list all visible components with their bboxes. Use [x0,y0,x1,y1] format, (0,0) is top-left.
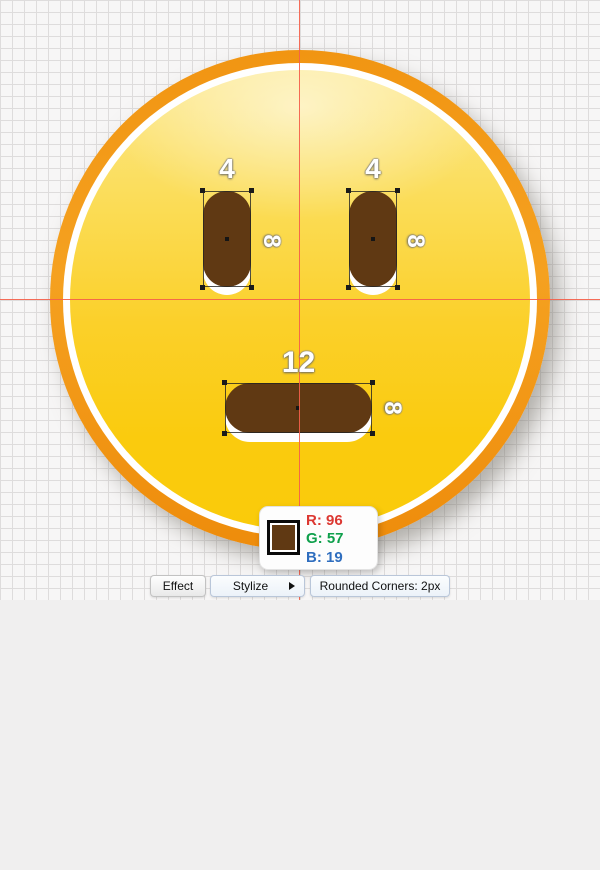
selection-handle[interactable] [370,380,375,385]
left-eye-width-label: 4 [203,153,251,185]
submenu-arrow-icon [289,582,295,590]
selection-handle[interactable] [222,380,227,385]
selection-handle[interactable] [222,431,227,436]
rgb-b-value: B: 19 [306,549,343,566]
brown-color-swatch [267,520,300,555]
mouth-height-label: 8 [378,393,406,423]
rgb-r-value: R: 96 [306,512,343,529]
right-eye-shape[interactable] [349,191,397,287]
stylize-menu-label: Stylize [233,579,268,593]
stylize-menu-button[interactable]: Stylize [210,575,305,597]
center-anchor-point[interactable] [371,237,375,241]
left-eye-shape[interactable] [203,191,251,287]
selection-handle[interactable] [370,431,375,436]
rounded-corners-menu-label: Rounded Corners: 2px [320,579,441,593]
rgb-g-value: G: 57 [306,530,344,547]
selection-handle[interactable] [395,285,400,290]
selection-handle[interactable] [200,285,205,290]
color-callout-brown: R: 96 G: 57 B: 19 [259,506,378,570]
right-eye-width-label: 4 [349,153,397,185]
selection-handle[interactable] [249,188,254,193]
selection-handle[interactable] [346,285,351,290]
selection-handle[interactable] [249,285,254,290]
selection-handle[interactable] [200,188,205,193]
horizontal-guide [0,299,600,300]
smiley-face-circle[interactable] [50,50,550,550]
effect-menu-label: Effect [163,579,193,593]
rounded-corners-menu-button[interactable]: Rounded Corners: 2px [310,575,450,597]
mouth-width-label: 12 [225,346,372,380]
artboard-canvas[interactable]: 4 8 4 8 12 8 [0,0,600,600]
selection-handle[interactable] [395,188,400,193]
selection-handle[interactable] [346,188,351,193]
smiley-face-yellow-fill [70,70,530,530]
right-eye-height-label: 8 [401,226,429,256]
screenshot-stage: 4 8 4 8 12 8 [0,0,600,870]
left-eye-height-label: 8 [257,226,285,256]
bottom-panel: Drop Shadow Options Mode: Normal Opacity… [0,600,600,870]
center-anchor-point[interactable] [225,237,229,241]
effect-menu-button[interactable]: Effect [150,575,206,597]
